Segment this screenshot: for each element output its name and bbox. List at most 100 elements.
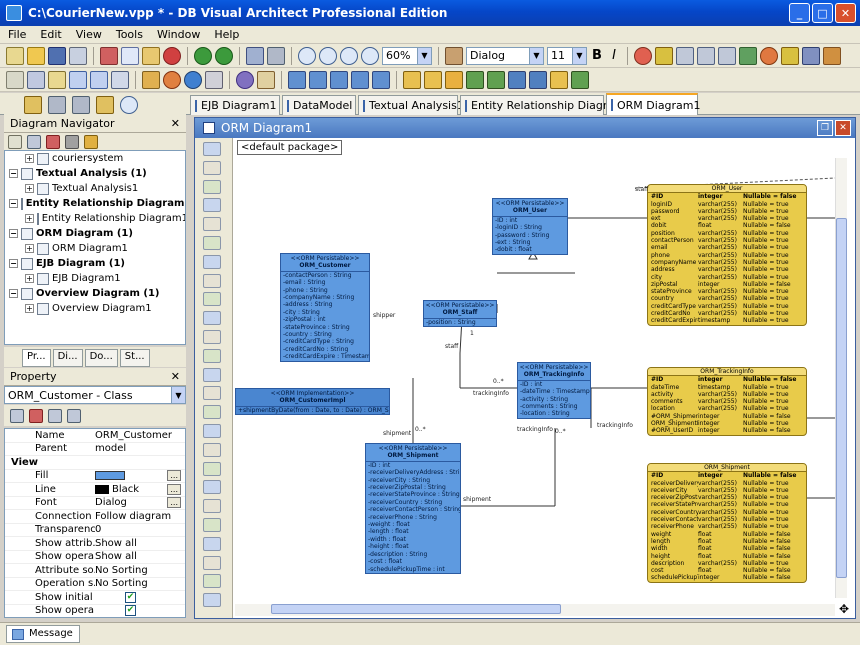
property-row[interactable]: Show opera...Show all xyxy=(5,551,185,564)
menu-help[interactable]: Help xyxy=(214,28,239,41)
select-tool-icon[interactable] xyxy=(203,142,221,156)
property-row[interactable]: Show initial ... ✔ xyxy=(5,591,185,605)
pan-icon[interactable]: ✥ xyxy=(837,602,851,616)
tab-orm-diagram[interactable]: ORM Diagram1 xyxy=(606,93,701,115)
copy-icon[interactable] xyxy=(121,46,139,65)
compare-icon[interactable] xyxy=(205,70,223,89)
search-panel-icon[interactable] xyxy=(120,96,138,114)
orm-class-user[interactable]: <<ORM Persistable>> ORM_User -ID : int -log… xyxy=(492,198,568,255)
tab-entity-relationship[interactable]: Entity Relationship Diagram1 xyxy=(460,95,632,115)
expand-icon[interactable]: + xyxy=(25,184,34,193)
find-icon[interactable] xyxy=(424,70,442,89)
run-icon[interactable] xyxy=(163,70,181,89)
horizontal-scroll-thumb[interactable] xyxy=(271,604,561,614)
vertical-scrollbar[interactable] xyxy=(835,158,847,598)
undo-icon[interactable] xyxy=(194,46,212,65)
link-icon[interactable] xyxy=(508,70,526,89)
expand-icon[interactable] xyxy=(48,408,62,423)
property-row[interactable]: Parent model xyxy=(5,443,185,456)
expand-icon[interactable]: + xyxy=(25,154,34,163)
tree-item[interactable]: + ORM Diagram1 xyxy=(5,241,185,256)
text-tool-icon[interactable] xyxy=(203,217,221,232)
property-value[interactable]: Show all xyxy=(95,551,185,562)
zoom-combo[interactable]: 60% ▼ xyxy=(382,46,432,65)
close-icon[interactable]: ✕ xyxy=(171,370,180,383)
property-value[interactable]: 0 xyxy=(95,524,185,535)
tool-icon[interactable] xyxy=(802,46,820,65)
restore-button[interactable]: ❐ xyxy=(817,120,833,136)
xml-export-icon[interactable] xyxy=(697,46,715,65)
close-icon[interactable]: ✕ xyxy=(171,117,180,130)
er-entity-shipment[interactable]: ORM_Shipment #ID integer Nullable = false re… xyxy=(647,463,807,583)
checkbox[interactable]: ✔ xyxy=(125,605,136,617)
diagram-canvas[interactable]: <default package> <<ORM Persistable>> ORM… xyxy=(235,138,845,606)
import-icon[interactable] xyxy=(676,46,694,65)
lock-icon[interactable] xyxy=(550,70,568,89)
open-folder-icon[interactable] xyxy=(27,46,45,65)
model-icon[interactable] xyxy=(445,70,463,89)
orm-class-impl[interactable]: <<ORM Implementation>> ORM_CustomerImpl +s… xyxy=(235,388,390,416)
tree-item[interactable]: + Overview Diagram1 xyxy=(5,301,185,316)
property-row[interactable]: View xyxy=(5,456,185,470)
ellipsis-button[interactable]: ... xyxy=(167,470,181,482)
save-icon[interactable] xyxy=(48,46,66,65)
tree-item[interactable]: + couriersystem xyxy=(5,151,185,166)
property-row[interactable]: Show attrib...Show all xyxy=(5,537,185,551)
note-tool-icon[interactable] xyxy=(203,292,221,307)
chevron-down-icon[interactable]: ▼ xyxy=(572,47,586,64)
note-icon[interactable] xyxy=(48,70,66,89)
eraser-icon[interactable] xyxy=(203,236,221,250)
grid-icon[interactable] xyxy=(6,70,24,89)
checkbox[interactable]: ✔ xyxy=(125,591,136,603)
logical-view-icon[interactable] xyxy=(72,96,90,114)
delete-icon[interactable] xyxy=(163,46,181,65)
tab-stereotype[interactable]: St... xyxy=(119,349,150,367)
class-tool-icon[interactable] xyxy=(203,311,221,326)
package-icon[interactable] xyxy=(90,70,108,89)
association-tool-icon[interactable] xyxy=(203,367,221,382)
property-row[interactable]: Operation s...No Sorting xyxy=(5,578,185,591)
property-value[interactable]: No Sorting xyxy=(95,565,185,576)
entity-tool-icon[interactable] xyxy=(203,518,221,532)
close-button[interactable]: ✕ xyxy=(835,3,856,23)
tab-diagram[interactable]: Di... xyxy=(52,349,83,367)
sort-desc-icon[interactable] xyxy=(46,134,60,149)
layout-icon[interactable] xyxy=(246,46,264,65)
report-icon[interactable] xyxy=(739,46,757,65)
er-entity-tracking[interactable]: ORM_TrackingInfo #ID integer Nullable = fal… xyxy=(647,367,807,436)
sync-icon[interactable] xyxy=(655,46,673,65)
chevron-down-icon[interactable]: ▼ xyxy=(529,47,543,64)
zoom-out-icon[interactable] xyxy=(319,46,337,65)
class-repo-icon[interactable] xyxy=(48,96,66,114)
orm-class-customer[interactable]: <<ORM Persistable>> ORM_Customer -contactP… xyxy=(280,253,370,362)
expand-icon[interactable]: + xyxy=(25,274,34,283)
sort-icon[interactable] xyxy=(10,408,24,423)
property-value[interactable]: ORM_Customer xyxy=(95,430,185,441)
fill-swatch[interactable] xyxy=(95,471,125,481)
down-arrow-icon[interactable] xyxy=(203,593,221,608)
property-value[interactable]: Follow diagram xyxy=(95,511,185,522)
search-icon[interactable] xyxy=(403,70,421,89)
sort-desc-icon[interactable] xyxy=(29,408,43,423)
expand-icon[interactable]: − xyxy=(9,259,18,268)
cut-icon[interactable] xyxy=(100,46,118,65)
tree-item[interactable]: − EJB Diagram (1) xyxy=(5,256,185,271)
java-icon[interactable] xyxy=(823,46,841,65)
tree-item[interactable]: + Entity Relationship Diagram1 xyxy=(5,211,185,226)
aggregation-tool-icon[interactable] xyxy=(203,461,221,476)
interface-tool-icon[interactable] xyxy=(203,348,221,363)
target-icon[interactable] xyxy=(236,70,254,89)
tree-item[interactable]: − Overview Diagram (1) xyxy=(5,286,185,301)
up-icon[interactable] xyxy=(65,134,79,149)
new-diagram-icon[interactable] xyxy=(8,134,22,149)
property-row[interactable]: Line Black... xyxy=(5,483,185,497)
constraint-tool-icon[interactable] xyxy=(203,499,221,514)
pencil-icon[interactable] xyxy=(203,273,221,288)
xml-import-icon[interactable] xyxy=(718,46,736,65)
property-value[interactable]: ... xyxy=(95,470,185,482)
align-icon[interactable] xyxy=(267,46,285,65)
horizontal-scrollbar[interactable] xyxy=(235,604,835,616)
expand-icon[interactable]: + xyxy=(25,304,34,313)
property-value[interactable]: model xyxy=(95,443,185,454)
globe-icon[interactable] xyxy=(184,70,202,89)
